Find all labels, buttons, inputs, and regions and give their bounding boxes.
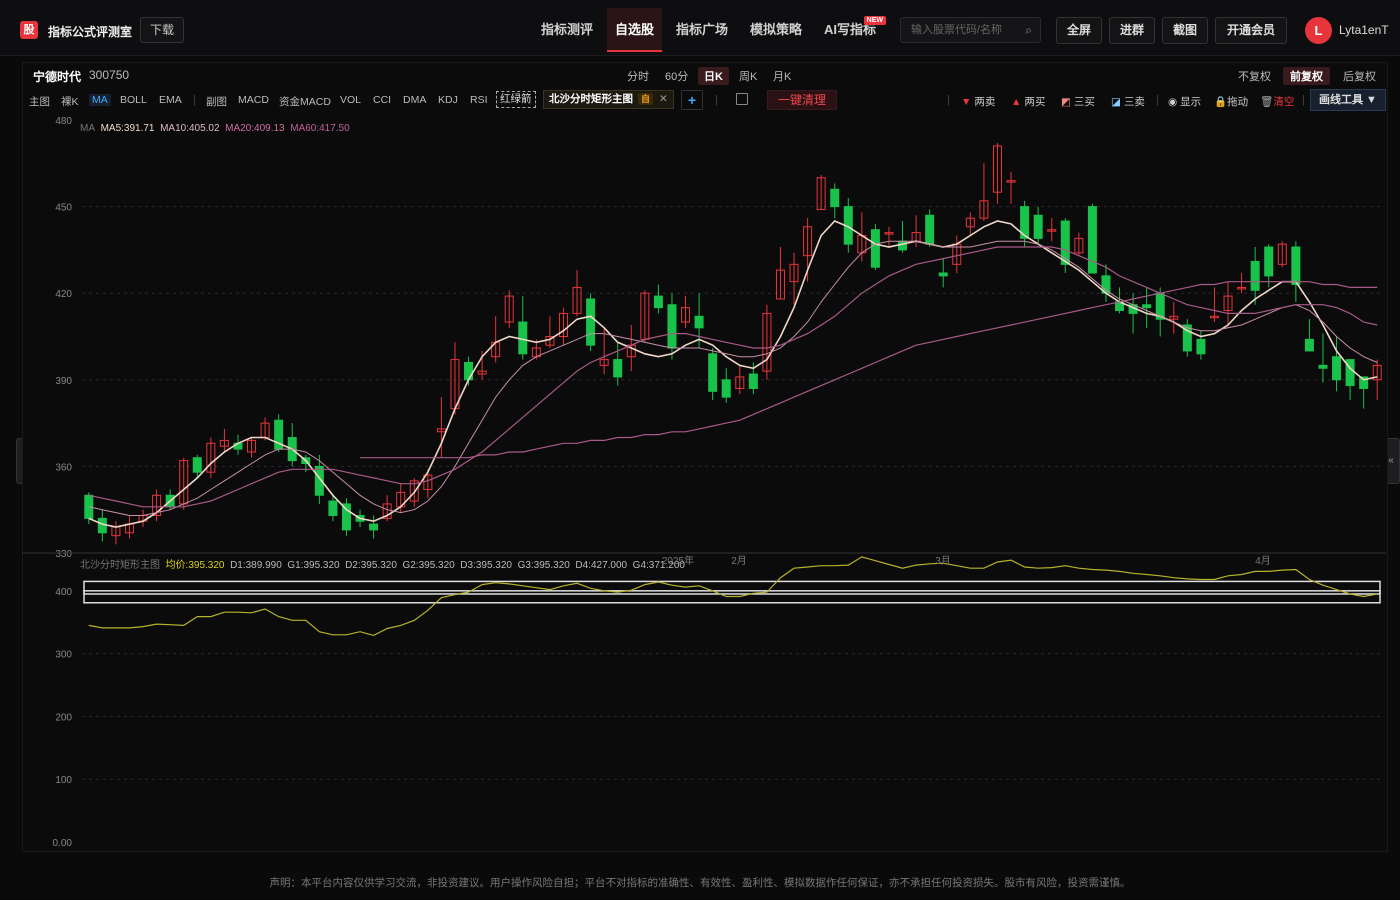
tb-separator-5: | <box>1302 94 1305 106</box>
adjust-none[interactable]: 不复权 <box>1231 67 1278 85</box>
top-bar: 股 指标公式评测室 下载 指标测评 自选股 指标广场 模拟策略 AI写指标 NE… <box>0 0 1400 56</box>
show-label: 显示 <box>1180 96 1202 108</box>
stock-code: 300750 <box>89 68 130 82</box>
sub-legend: 北沙分时矩形主图 均价:395.320 D1:389.990 G1:395.32… <box>80 556 685 571</box>
search-input[interactable]: 输入股票代码/名称 ⌕ <box>900 17 1041 43</box>
two-buy-label: 两买 <box>1024 96 1046 108</box>
two-sell-tool[interactable]: ▼ 两卖 <box>961 94 995 109</box>
three-sell-label: 三卖 <box>1123 96 1145 108</box>
d2-value: D2:395.320 <box>345 560 397 571</box>
ma5-value: MA5:391.71 <box>100 123 155 134</box>
clear-drawings-button[interactable]: 🗑清空 <box>1260 94 1294 109</box>
period-daily[interactable]: 日K <box>698 67 729 85</box>
ma-legend-title: MA <box>80 123 95 134</box>
close-icon[interactable]: ✕ <box>659 91 668 108</box>
tb-kdj[interactable]: KDJ <box>438 94 458 106</box>
clear-all-button[interactable]: 一键清理 <box>767 90 838 110</box>
ma20-value: MA20:409.13 <box>225 123 285 134</box>
ma10-value: MA10:405.02 <box>160 123 220 134</box>
up-triangle-icon: ▲ <box>1011 96 1022 108</box>
adjust-backward[interactable]: 后复权 <box>1336 67 1383 85</box>
save-icon[interactable] <box>736 93 748 105</box>
ma-legend: MA MA5:391.71 MA10:405.02 MA20:409.13 MA… <box>80 123 350 134</box>
tb-separator-4: | <box>1156 94 1159 106</box>
avg-price-value: 均价:395.320 <box>165 560 225 571</box>
search-placeholder: 输入股票代码/名称 <box>911 24 1003 36</box>
indicator-tag-label: 北沙分时矩形主图 <box>549 93 633 105</box>
download-button[interactable]: 下载 <box>140 17 184 43</box>
eye-icon: ◉ <box>1168 96 1178 108</box>
tb-red-green-arrow[interactable]: 红绿箭 <box>496 91 536 108</box>
three-buy-label: 三买 <box>1073 96 1095 108</box>
tb-ema[interactable]: EMA <box>159 94 182 106</box>
period-monthly[interactable]: 月K <box>767 67 797 85</box>
chart-panel: 宁德时代 300750 分时 60分 日K 周K 月K 不复权 前复权 后复权 … <box>22 62 1388 852</box>
g2-value: G2:395.320 <box>402 560 455 571</box>
clear-label: 清空 <box>1273 96 1295 108</box>
g1-value: G1:395.320 <box>287 560 340 571</box>
g4-value: G4:371.200 <box>632 560 685 571</box>
tb-fund-macd[interactable]: 资金MACD <box>279 94 331 109</box>
line-down-icon: ◪ <box>1111 96 1121 108</box>
join-group-button[interactable]: 进群 <box>1109 17 1155 44</box>
new-badge: NEW <box>863 16 887 25</box>
two-sell-label: 两卖 <box>974 96 996 108</box>
drag-label: 拖动 <box>1227 96 1249 108</box>
three-buy-tool[interactable]: ◩ 三买 <box>1061 94 1095 109</box>
tb-separator-2: | <box>715 94 718 106</box>
app-name: 指标公式评测室 <box>48 25 133 39</box>
screenshot-button[interactable]: 截图 <box>1162 17 1208 44</box>
adjust-forward[interactable]: 前复权 <box>1283 67 1330 85</box>
tb-rsi[interactable]: RSI <box>470 94 488 106</box>
tb-main[interactable]: 主图 <box>29 94 50 109</box>
d4-value: D4:427.000 <box>575 560 628 571</box>
user-name[interactable]: Lyta1enT <box>1339 23 1389 37</box>
d3-value: D3:395.320 <box>460 560 512 571</box>
nav-sim-strategy[interactable]: 模拟策略 <box>742 8 810 52</box>
three-sell-tool[interactable]: ◪ 三卖 <box>1111 94 1145 109</box>
g3-value: G3:395.320 <box>517 560 570 571</box>
custom-badge: 自 <box>638 93 654 105</box>
tb-naked-k[interactable]: 裸K <box>61 94 79 109</box>
trash-icon: 🗑 <box>1260 96 1274 108</box>
tb-macd[interactable]: MACD <box>238 94 269 106</box>
period-intraday[interactable]: 分时 <box>621 67 655 85</box>
add-indicator-button[interactable]: + <box>681 90 703 110</box>
tb-boll[interactable]: BOLL <box>120 94 147 106</box>
disclaimer: 声明：本平台内容仅供学习交流，非投资建议。用户操作风险自担；平台不对指标的准确性… <box>269 877 1131 889</box>
draw-tools-dropdown[interactable]: 画线工具 ▼ <box>1310 89 1386 111</box>
two-buy-tool[interactable]: ▲ 两买 <box>1011 94 1045 109</box>
d1-value: D1:389.990 <box>230 560 282 571</box>
show-toggle[interactable]: ◉ 显示 <box>1168 94 1201 109</box>
period-60min[interactable]: 60分 <box>659 67 694 85</box>
nav-indicator-review[interactable]: 指标测评 <box>533 8 601 52</box>
avatar[interactable]: L <box>1305 17 1332 44</box>
ma60-value: MA60:417.50 <box>290 123 350 134</box>
nav-watchlist[interactable]: 自选股 <box>607 8 663 52</box>
tb-dma[interactable]: DMA <box>403 94 426 106</box>
tb-vol[interactable]: VOL <box>340 94 361 106</box>
app-logo: 股 <box>20 21 38 39</box>
stock-name: 宁德时代 <box>33 70 82 84</box>
down-triangle-icon: ▼ <box>961 96 972 108</box>
drag-toggle[interactable]: 🔒拖动 <box>1214 94 1248 109</box>
tb-separator-3: | <box>947 94 950 106</box>
line-up-icon: ◩ <box>1061 96 1071 108</box>
nav-indicator-square[interactable]: 指标广场 <box>668 8 736 52</box>
vip-button[interactable]: 开通会员 <box>1215 17 1287 44</box>
tb-separator: | <box>193 94 196 106</box>
tb-ma[interactable]: MA <box>89 94 111 106</box>
period-weekly[interactable]: 周K <box>733 67 763 85</box>
tb-cci[interactable]: CCI <box>373 94 391 106</box>
indicator-tag[interactable]: 北沙分时矩形主图自 ✕ <box>543 90 674 109</box>
lock-icon: 🔒 <box>1214 96 1228 108</box>
sub-legend-name: 北沙分时矩形主图 <box>80 560 160 571</box>
search-icon[interactable]: ⌕ <box>1025 18 1032 42</box>
nav-ai-indicator[interactable]: AI写指标 NEW <box>816 8 887 52</box>
fullscreen-button[interactable]: 全屏 <box>1056 17 1102 44</box>
tb-sub[interactable]: 副图 <box>206 94 227 109</box>
